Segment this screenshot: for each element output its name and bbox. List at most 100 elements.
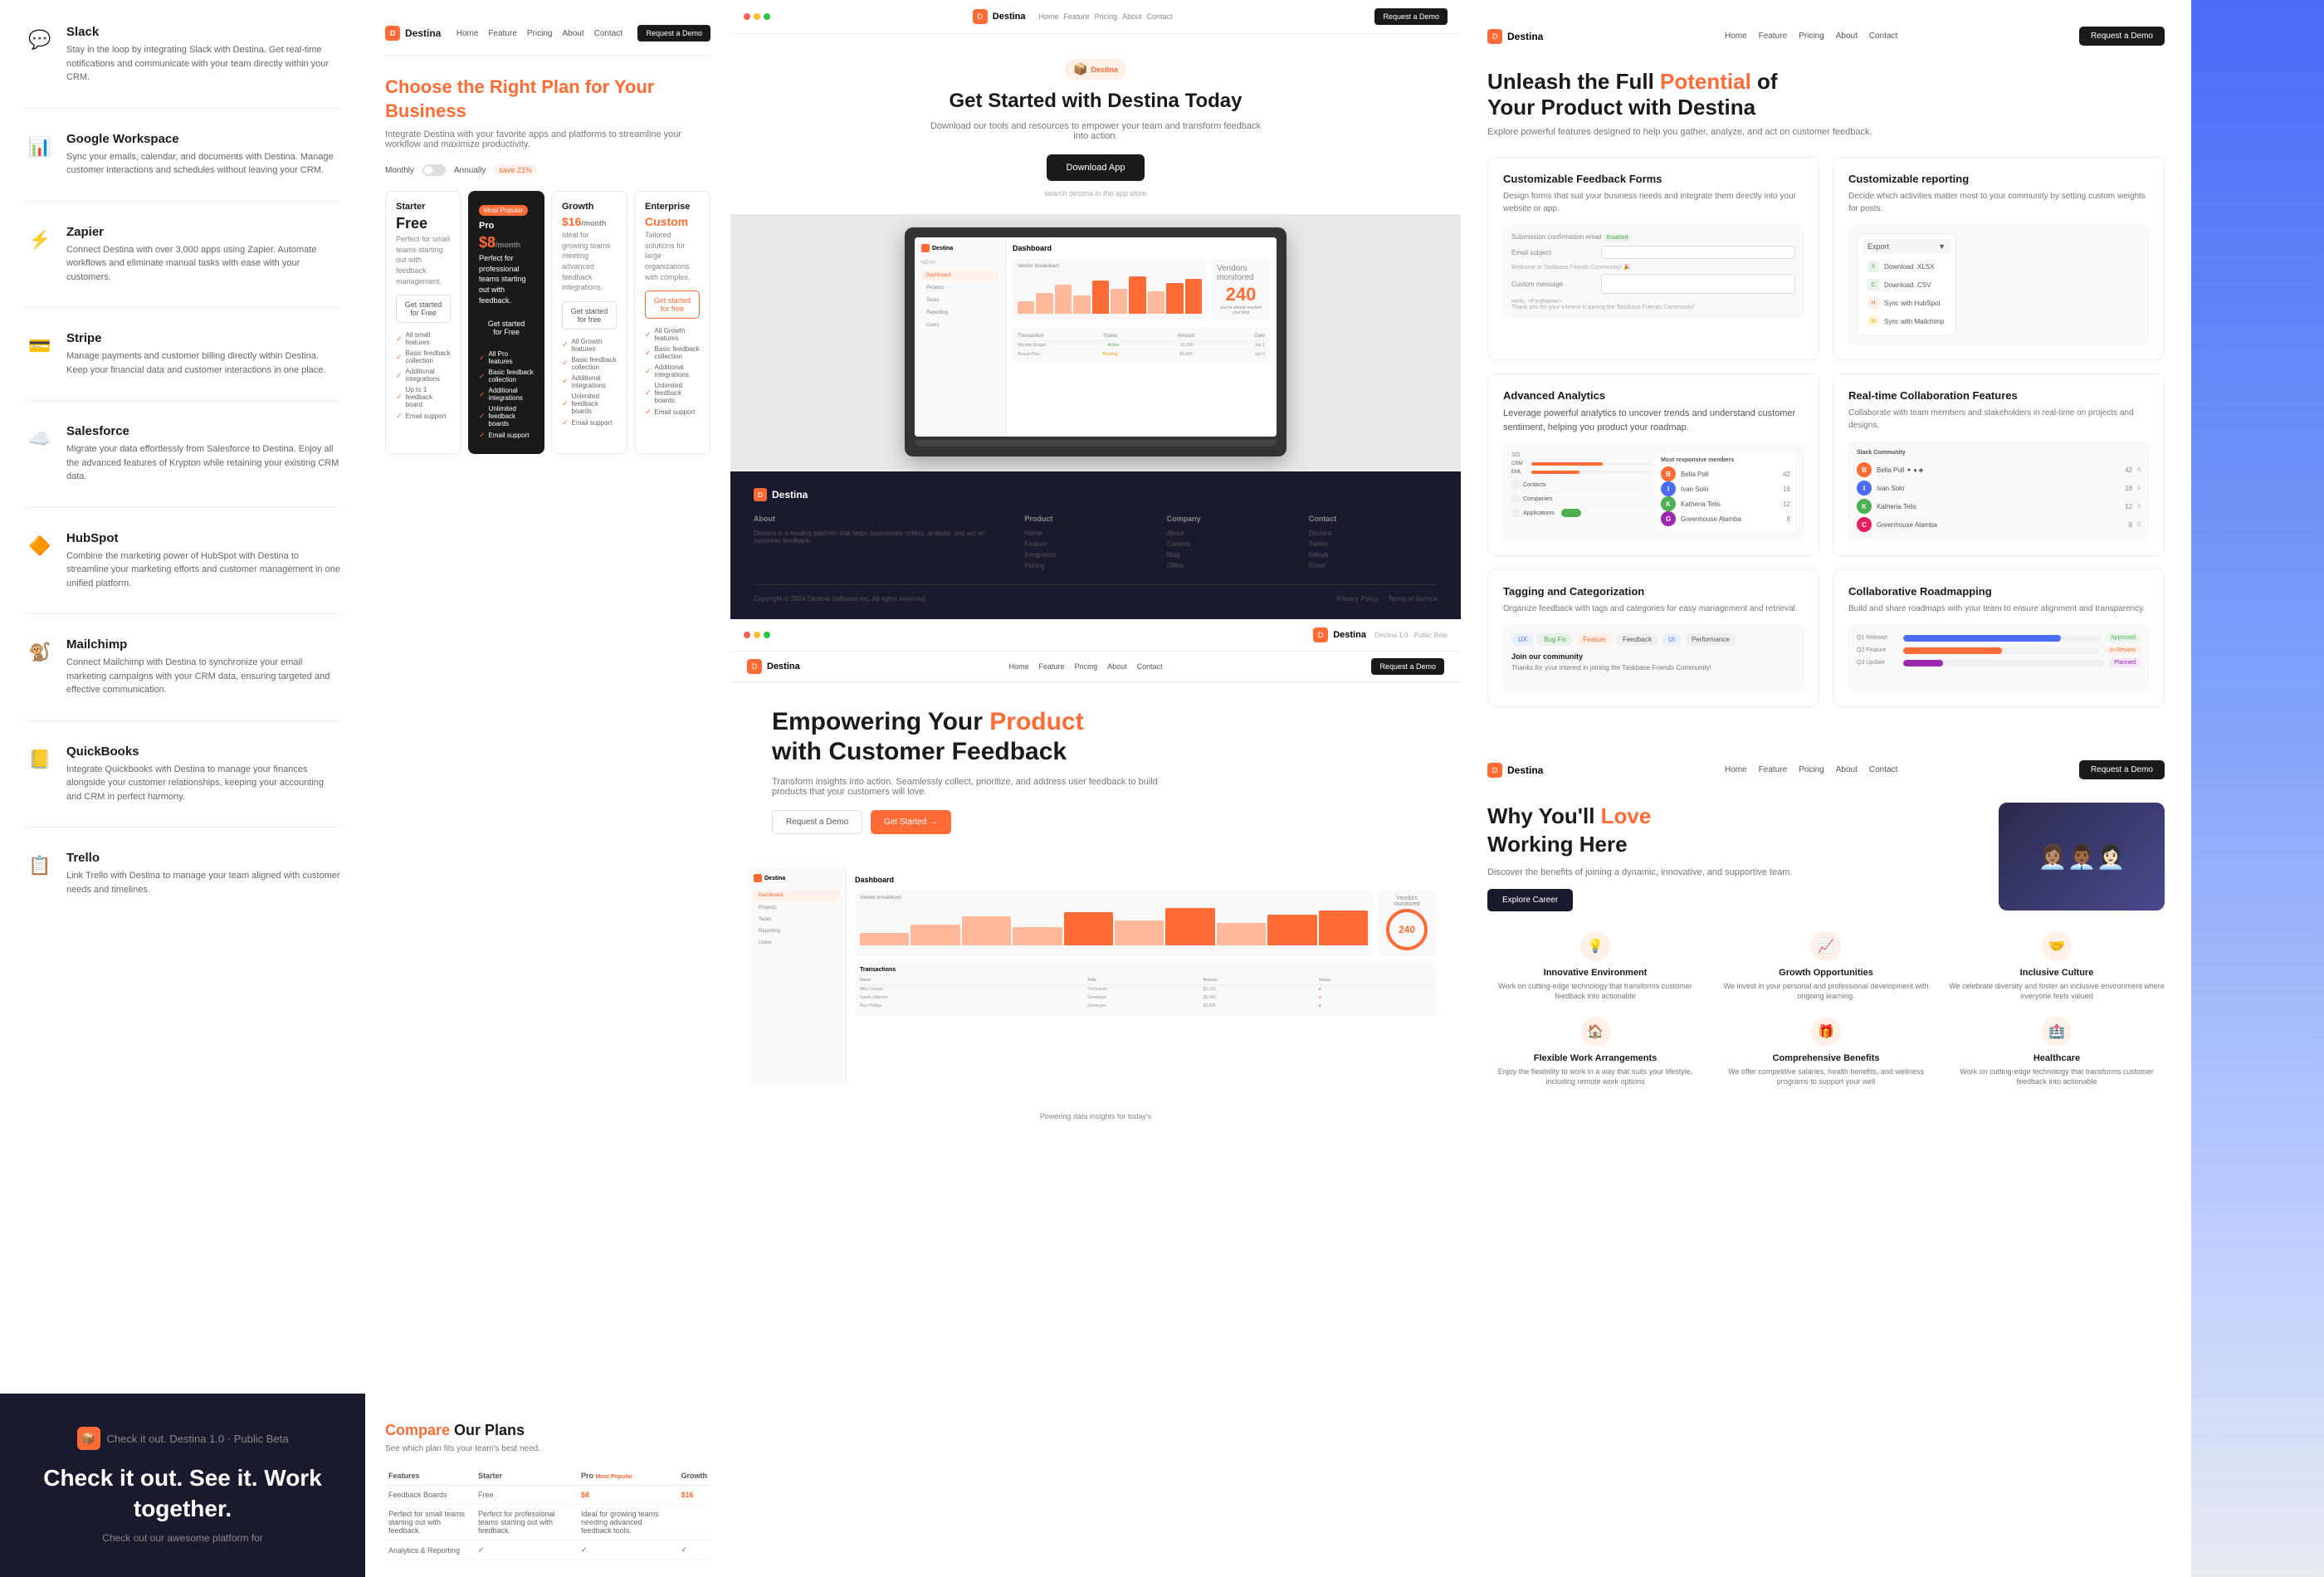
tag-ux: UX bbox=[1511, 633, 1534, 646]
download-btn[interactable]: Download App bbox=[1047, 154, 1145, 181]
hubspot-icon: H bbox=[1868, 297, 1879, 309]
collab-preview: Slack Community B Bella Poll ✦ ♦ ♣ 42 0 … bbox=[1848, 442, 2149, 540]
pricing-toggle: Monthly Annually save 21% bbox=[385, 164, 710, 176]
emp-headline: Empowering Your Productwith Customer Fee… bbox=[772, 707, 1419, 767]
innovative-icon: 💡 bbox=[1580, 931, 1610, 961]
emp-dash-main: Dashboard Vendor breakdown Vendors monit… bbox=[847, 867, 1444, 1083]
emp-subtitle: Transform insights into action. Seamless… bbox=[772, 777, 1187, 797]
dash-charts-row: Vendor breakdown Vendors monitored 240 y… bbox=[1013, 259, 1270, 320]
gradient-strip bbox=[2191, 0, 2324, 1577]
export-mailchimp[interactable]: M Sync with Mailchimp bbox=[1863, 312, 1950, 330]
feature-card-analytics: Advanced Analytics Leverage powerful ana… bbox=[1487, 374, 1819, 556]
tag-ui: UI bbox=[1662, 633, 1682, 646]
tag-bug: Bug Fix bbox=[1537, 633, 1573, 646]
bar-chart bbox=[1018, 272, 1202, 314]
integration-icon-salesforce: ☁️ bbox=[25, 424, 55, 454]
bar bbox=[1166, 283, 1183, 315]
laptop-screen: Destina MENU Dashboard Projects Tasks Re… bbox=[915, 237, 1277, 437]
features-headline: Unleash the Full Potential ofYour Produc… bbox=[1487, 69, 2165, 120]
innovative-desc: Work on cutting-edge technology that tra… bbox=[1487, 981, 1703, 1002]
careers-nav-cta[interactable]: Request a Demo bbox=[2079, 760, 2165, 779]
benefits-title: Comprehensive Benefits bbox=[1718, 1053, 1934, 1063]
bar bbox=[1064, 912, 1113, 945]
table-header: Transaction Status Amount Date bbox=[1018, 332, 1265, 341]
export-btn[interactable]: Export ▼ bbox=[1863, 239, 1950, 254]
careers-text: Why You'll LoveWorking Here Discover the… bbox=[1487, 803, 1982, 911]
csv-icon: C bbox=[1868, 279, 1879, 290]
pro-btn[interactable]: Get started for Free bbox=[479, 314, 534, 342]
features-grid: Customizable Feedback Forms Design forms… bbox=[1487, 157, 2165, 707]
features-nav-links: Home Feature Pricing About Contact bbox=[1725, 32, 1897, 41]
bar bbox=[1013, 927, 1062, 946]
bar bbox=[1073, 295, 1090, 315]
plan-growth: Growth $16/month Ideal for growing teams… bbox=[551, 191, 627, 454]
bar bbox=[1111, 289, 1127, 314]
chart-label: Vendor breakdown bbox=[1018, 264, 1202, 269]
features-nav-cta[interactable]: Request a Demo bbox=[2079, 27, 2165, 46]
growth-desc: We invest in your personal and professio… bbox=[1718, 981, 1934, 1002]
emp-dashboard-preview: Destina Dashboard Projects Tasks Reporti… bbox=[747, 867, 1444, 1083]
emp-demo-btn[interactable]: Request a Demo bbox=[772, 810, 862, 834]
pricing-nav-cta[interactable]: Request a Demo bbox=[637, 25, 710, 42]
dash-item-projects[interactable]: Projects bbox=[921, 283, 998, 293]
empowering-nav2: D Destina Home Feature Pricing About Con… bbox=[730, 652, 1461, 682]
pricing-subtitle: Integrate Destina with your favorite app… bbox=[385, 129, 710, 149]
dash-item-dashboard[interactable]: Dashboard bbox=[921, 271, 998, 281]
dark-logo-icon: 📦 bbox=[77, 1427, 100, 1450]
analytics-title: Advanced Analytics bbox=[1503, 389, 1804, 402]
growth-btn[interactable]: Get started for free bbox=[562, 301, 617, 330]
dash-item-tasks[interactable]: Tasks bbox=[921, 295, 998, 305]
analytics-left-col: SO CRM EML bbox=[1511, 452, 1651, 531]
bar bbox=[1055, 285, 1072, 314]
integration-quickbooks: 📒 QuickBooks Integrate Quickbooks with D… bbox=[25, 745, 340, 828]
roadmap-title: Collaborative Roadmapping bbox=[1848, 585, 2149, 598]
analytics-desc: Leverage powerful analytics to uncover t… bbox=[1503, 407, 1804, 434]
enterprise-btn[interactable]: Get started for free bbox=[645, 290, 700, 319]
emp-started-btn[interactable]: Get Started → bbox=[871, 810, 951, 834]
pricing-nav-logo: D Destina bbox=[385, 26, 441, 41]
growth-title: Growth Opportunities bbox=[1718, 968, 1934, 978]
dash-title: Dashboard bbox=[1013, 244, 1270, 252]
nav-cta-btn[interactable]: Request a Demo bbox=[1374, 8, 1448, 25]
col1-panel: 💬 Slack Stay in the loop by integrating … bbox=[0, 0, 365, 1577]
integration-icon-mailchimp: 🐒 bbox=[25, 637, 55, 667]
benefit-healthcare: 🏥 Healthcare Work on cutting-edge techno… bbox=[1949, 1017, 2165, 1087]
export-xlsx[interactable]: X Download .XLSX bbox=[1863, 257, 1950, 276]
inclusive-title: Inclusive Culture bbox=[1949, 968, 2165, 978]
get-started-subtitle: Download our tools and resources to empo… bbox=[930, 121, 1262, 141]
benefit-inclusive: 🤝 Inclusive Culture We celebrate diversi… bbox=[1949, 931, 2165, 1002]
footer-copyright: Copyright © 2024 Destina Software Inc. A… bbox=[754, 595, 927, 603]
integrations-section: 💬 Slack Stay in the loop by integrating … bbox=[0, 0, 365, 1394]
careers-logo-icon: D bbox=[1487, 763, 1502, 778]
roadmap-preview: Q1 Release Approved Q2 Feature In Review… bbox=[1848, 625, 2149, 691]
nav-logo-text: Destina bbox=[993, 12, 1026, 22]
benefit-innovative: 💡 Innovative Environment Work on cutting… bbox=[1487, 931, 1703, 1002]
dash-item-users[interactable]: Users bbox=[921, 320, 998, 330]
feature-card-forms: Customizable Feedback Forms Design forms… bbox=[1487, 157, 1819, 360]
export-hubspot[interactable]: H Sync with HubSpot bbox=[1863, 294, 1950, 312]
dash-logo-label: Destina bbox=[932, 246, 953, 251]
empowering-nav: D Destina Destina 1.0 · Public Beta bbox=[730, 619, 1461, 652]
features-logo-icon: D bbox=[1487, 29, 1502, 44]
emp-nav-cta[interactable]: Request a Demo bbox=[1371, 658, 1444, 675]
dash-item-reporting[interactable]: Reporting bbox=[921, 308, 998, 318]
dark-headline: Check it out. See it. Work together. bbox=[25, 1463, 340, 1524]
feature-card-roadmap: Collaborative Roadmapping Build and shar… bbox=[1833, 569, 2165, 707]
careers-image: 👩🏽‍💼 👨🏾‍💼 👩🏻‍💼 bbox=[1999, 803, 2165, 911]
footer-about-title: About bbox=[754, 515, 1011, 523]
crm-items-list: Contacts Companies Applications bbox=[1511, 478, 1651, 520]
starter-btn[interactable]: Get started for Free bbox=[396, 295, 451, 323]
features-header: Unleash the Full Potential ofYour Produc… bbox=[1487, 69, 2165, 137]
explore-career-btn[interactable]: Explore Career bbox=[1487, 889, 1573, 911]
collab-title: Real-time Collaboration Features bbox=[1848, 389, 2149, 402]
tagging-desc: Organize feedback with tags and categori… bbox=[1503, 603, 1804, 615]
features-nav: D Destina Home Feature Pricing About Con… bbox=[1487, 27, 2165, 46]
tag-feedback: Feedback bbox=[1616, 633, 1658, 646]
community-join-area: Join our community Thanks for your inter… bbox=[1511, 652, 1795, 671]
pricing-headline: Choose the Right Plan for Your Business bbox=[385, 76, 710, 123]
col3-panel: D Destina Home Feature Pricing About Con… bbox=[730, 0, 1461, 1577]
export-csv[interactable]: C Download .CSV bbox=[1863, 276, 1950, 294]
footer-legal-links: Privacy Policy Terms of Service bbox=[1337, 595, 1438, 603]
dash-table: Transaction Status Amount Date Monthly B… bbox=[1013, 327, 1270, 364]
dark-promo-panel: 📦 Check it out. Destina 1.0 · Public Bet… bbox=[0, 1394, 365, 1577]
